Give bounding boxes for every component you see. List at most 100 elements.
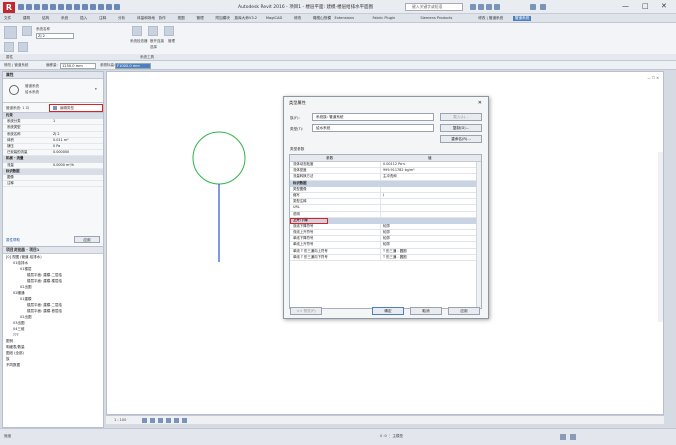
text-icon[interactable] [74,4,80,10]
system-name-field[interactable]: ZJ 2 [36,33,74,39]
parameter-value[interactable]: 轮廓 [383,224,477,229]
parameter-value[interactable]: 999.911782 kg/m³ [383,168,477,173]
remove-from-system-button[interactable] [164,26,174,36]
window-title: Autodesk Revit 2016 - 项目1 - 楼层平面: 建模-楼层给… [238,5,374,10]
ribbon-tab[interactable]: 系统 [61,16,68,21]
chevron-down-icon[interactable]: ▾ [95,87,97,91]
exchange-icon[interactable] [530,4,536,10]
duplicate-button[interactable]: 复制(D)... [440,124,482,132]
instance-selector[interactable]: 管道系统: 1 ZJ [6,106,29,111]
dialog-apply-button[interactable]: 应用 [448,307,480,315]
properties-icon[interactable] [22,26,32,36]
binoculars-icon[interactable] [470,4,476,10]
measure-icon[interactable] [58,4,64,10]
preview-button[interactable]: << 预览(P) [290,307,322,315]
property-value[interactable]: 0 Pa [53,144,60,149]
ribbon-tab[interactable]: Siemens Products [420,16,452,20]
shadows-icon[interactable] [166,418,171,423]
load-button[interactable]: 载入(L)... [440,113,482,121]
type-select[interactable]: 给水系统 [312,124,434,132]
star-icon[interactable] [486,4,492,10]
view-scale[interactable]: 1 : 100 [114,418,126,422]
ribbon-tab[interactable]: 结构 [42,16,49,21]
ribbon-tab[interactable]: Fabric Plugin [373,16,396,20]
close-hidden-icon[interactable] [106,4,112,10]
parameter-value[interactable]: T 形三通 - 圆圈 [383,255,477,260]
sun-path-icon[interactable] [158,418,163,423]
property-value[interactable]: 1 [53,119,55,124]
filter-icon[interactable] [560,434,566,440]
minimize-button[interactable]: — [622,2,629,10]
revit-logo-icon[interactable]: R [3,2,15,13]
offset-field[interactable]: 1250.0 mm [60,62,96,69]
properties-help-link[interactable]: 属性帮助 [6,238,20,243]
ribbon-tab[interactable]: 管道系统 [512,15,532,21]
save-icon[interactable] [26,4,32,10]
user-icon[interactable] [494,4,500,10]
ribbon-tab[interactable]: 视图 [178,16,185,21]
property-value[interactable]: 0.011 m³ [53,138,68,143]
crop-view-icon[interactable] [174,418,179,423]
edit-system-icon[interactable] [4,42,14,52]
ribbon-tab[interactable]: 分析 [118,16,125,21]
apply-button[interactable]: 应用 [74,236,100,243]
ribbon-tab[interactable]: 附加模块 [216,16,230,21]
ribbon-tab[interactable]: 体量和场地 [137,16,155,21]
ribbon-tab[interactable]: 注释 [99,16,106,21]
rename-button[interactable]: 重命名(R)... [440,135,482,143]
print-icon[interactable] [50,4,56,10]
dimension-icon[interactable] [66,4,72,10]
parameter-value[interactable]: 轮廓 [383,230,477,235]
ribbon-tab[interactable]: 插入 [80,16,87,21]
parameter-value[interactable]: 轮廓 [383,236,477,241]
ribbon-tab[interactable]: 建筑 [23,16,30,21]
ribbon-tab[interactable]: 协作 [159,16,166,21]
detail-level-icon[interactable] [142,418,147,423]
tree-item[interactable]: 不同数据 [3,362,103,368]
redo-icon[interactable] [42,4,48,10]
visual-style-icon[interactable] [150,418,155,423]
edit-system-button[interactable] [132,26,142,36]
ribbon-tab[interactable]: 管理 [197,16,204,21]
level-field[interactable]: F1000.0 mm [115,62,151,69]
table-scrollbar[interactable] [476,162,481,308]
search-input[interactable]: 键入关键字或短语 [405,3,463,11]
dialog-close-button[interactable]: ✕ [478,97,482,109]
edit-type-button[interactable]: 编辑类型 [49,104,103,112]
ribbon-tab[interactable]: Extensions [335,16,355,20]
ribbon-tab[interactable]: 橄榄山快模 [313,16,331,21]
cancel-button[interactable]: 取消 [410,307,442,315]
ok-button[interactable]: 确定 [372,307,404,315]
vertical-scrollbar[interactable] [658,152,663,322]
add-to-system-button[interactable] [148,26,158,36]
section-icon[interactable] [90,4,96,10]
parameter-value[interactable]: J [383,193,477,198]
subscription-icon[interactable] [478,4,484,10]
property-value[interactable]: 0.0000 m³/h [53,163,74,168]
close-button[interactable]: ✕ [661,2,667,10]
ribbon-tab[interactable]: 修改 [294,16,301,21]
help-icon[interactable] [540,4,546,10]
ribbon-tab[interactable]: 修改 | 管道系统 [478,16,503,21]
select-equipment-icon[interactable] [18,42,28,52]
ribbon-tab[interactable]: 文件 [4,16,11,21]
open-icon[interactable] [18,4,24,10]
parameter-value[interactable]: 0.00112 Pa·s [383,162,477,167]
switch-window-icon[interactable] [114,4,120,10]
parameter-value[interactable]: 主冲洗阀 [383,174,477,179]
property-value[interactable]: 0.000000 [53,150,69,155]
type-selector[interactable]: 管道系统 给水系统 ▾ [3,79,103,103]
family-select[interactable]: 系统族: 管道系统 [312,113,434,121]
ribbon-tab[interactable]: MagiCAD [266,16,282,20]
thin-lines-icon[interactable] [98,4,104,10]
hide-isolate-icon[interactable] [182,418,187,423]
undo-icon[interactable] [34,4,40,10]
parameter-value[interactable]: T 形三通 - 圆圈 [383,249,477,254]
select-links-icon[interactable] [570,434,576,440]
parameter-value[interactable]: 轮廓 [383,242,477,247]
maximize-button[interactable]: □ [642,2,649,10]
3d-view-icon[interactable] [82,4,88,10]
modify-tool-icon[interactable] [4,26,17,39]
property-value[interactable]: ZJ 2 [53,132,60,137]
ribbon-tab[interactable]: 族库大师V3.2 [235,16,258,21]
